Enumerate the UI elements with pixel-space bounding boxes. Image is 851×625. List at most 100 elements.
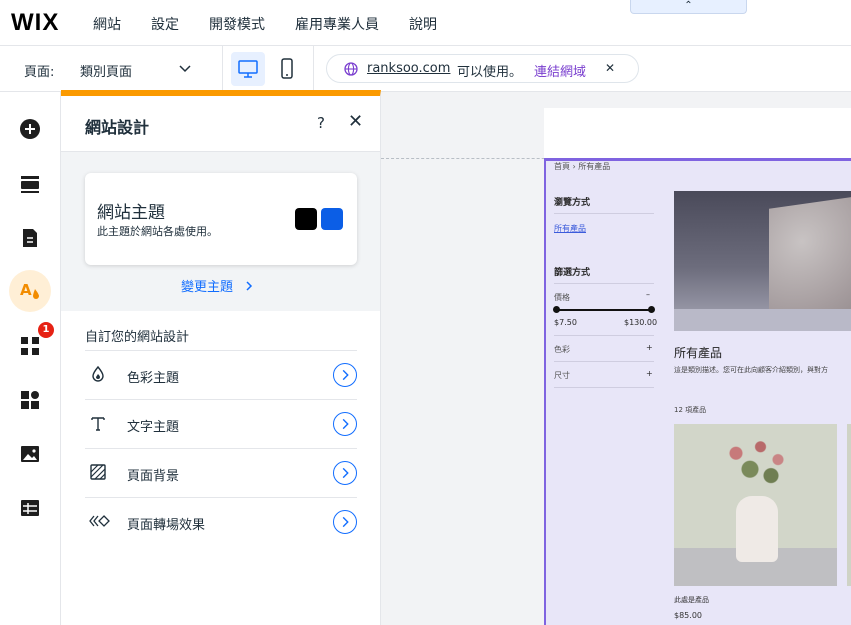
theme-section: 網站主題 此主題於網站各處使用。 變更主題 [61, 151, 380, 311]
menu-settings[interactable]: 設定 [151, 14, 179, 34]
rail-sections-button[interactable] [9, 163, 51, 205]
chevron-right-circle-icon [333, 461, 357, 485]
browse-by-heading: 瀏覽方式 [554, 198, 591, 208]
option-label: 頁面轉場效果 [127, 518, 206, 533]
price-filter-label: 價格 [554, 293, 570, 302]
page-selector[interactable]: 類別頁面 [74, 52, 212, 86]
editor-canvas[interactable]: 首頁 › 所有產品 瀏覽方式 所有產品 篩選方式 價格 – $7.50 $130… [381, 92, 851, 625]
category-page-section[interactable]: 首頁 › 所有產品 瀏覽方式 所有產品 篩選方式 價格 – $7.50 $130… [544, 158, 851, 625]
product-name[interactable]: 此處是產品 [674, 595, 709, 605]
all-products-link[interactable]: 所有產品 [554, 223, 586, 234]
breadcrumb[interactable]: 首頁 › 所有產品 [554, 161, 610, 172]
customize-title: 自訂您的網站設計 [85, 330, 190, 345]
media-icon [21, 446, 39, 462]
connect-domain-link[interactable]: 連結網域 [534, 61, 586, 80]
rail-media-button[interactable] [9, 433, 51, 475]
option-text-theme[interactable]: 文字主題 [85, 399, 357, 448]
droplet-icon [92, 365, 104, 382]
divider [554, 387, 654, 388]
option-label: 色彩主題 [127, 371, 180, 386]
panel-title: 網站設計 [85, 118, 150, 137]
rail-add-button[interactable] [9, 108, 51, 150]
menu-hire-professional[interactable]: 雇用專業人員 [295, 14, 379, 34]
page-toolbar: 頁面: 類別頁面 ranksoo.com 可以使用。 連結網域 ✕ [0, 46, 851, 92]
rail-design-button[interactable]: A [9, 270, 51, 312]
slider-handle-min[interactable] [553, 306, 560, 313]
site-theme-card[interactable]: 網站主題 此主題於網站各處使用。 [85, 173, 357, 265]
flowers-shape [722, 434, 792, 498]
price-slider[interactable] [556, 309, 652, 311]
sections-icon [21, 176, 39, 193]
page-select-value: 類別頁面 [80, 65, 133, 80]
slider-handle-max[interactable] [648, 306, 655, 313]
menu-site[interactable]: 網站 [93, 14, 121, 34]
chevron-right-icon [246, 281, 253, 291]
site-design-panel: 網站設計 ? ✕ 網站主題 此主題於網站各處使用。 變更主題 自訂您的網站設計 … [61, 90, 381, 625]
expand-icon[interactable]: + [646, 369, 653, 378]
cms-icon [21, 500, 39, 516]
next-product-image[interactable] [847, 424, 851, 586]
globe-icon [344, 62, 358, 76]
color-filter-label: 色彩 [554, 345, 570, 354]
option-label: 文字主題 [127, 420, 180, 435]
change-theme-link[interactable]: 變更主題 [181, 276, 253, 295]
rail-apps-button[interactable]: 1 [9, 322, 54, 367]
site-page[interactable]: 首頁 › 所有產品 瀏覽方式 所有產品 篩選方式 價格 – $7.50 $130… [544, 108, 851, 625]
desktop-icon [238, 60, 258, 78]
apps-icon [21, 337, 39, 355]
price-max: $130.00 [624, 318, 658, 327]
transition-icon [89, 515, 110, 527]
rail-pages-button[interactable] [9, 217, 51, 259]
pages-icon [23, 229, 37, 247]
option-page-transition[interactable]: 頁面轉場效果 [85, 497, 357, 546]
filter-by-heading: 篩選方式 [554, 268, 591, 278]
option-label: 頁面背景 [127, 469, 180, 484]
floor-shape [674, 309, 851, 331]
divider [222, 46, 223, 92]
svg-text:A: A [20, 281, 32, 299]
collapse-icon[interactable]: – [646, 290, 650, 299]
menu-dev-mode[interactable]: 開發模式 [209, 14, 265, 34]
domain-status: 可以使用。 [457, 65, 523, 80]
expand-icon[interactable]: + [646, 343, 653, 352]
divider [554, 361, 654, 362]
breadcrumb-current: 所有產品 [578, 162, 611, 171]
rail-cms-button[interactable] [9, 487, 51, 529]
item-count: 12 項產品 [674, 406, 707, 414]
product-image[interactable] [674, 424, 837, 586]
chevron-up-icon: ⌃ [684, 0, 693, 11]
domain-suggestion: ranksoo.com 可以使用。 連結網域 ✕ [326, 54, 639, 83]
category-description: 這是類別描述。您可在此向顧客介紹類別，與對方 [674, 366, 828, 374]
color-swatch-blue [321, 208, 343, 230]
chevron-down-icon [179, 65, 191, 73]
close-icon[interactable]: ✕ [348, 111, 363, 132]
help-icon[interactable]: ? [317, 114, 325, 132]
divider [313, 46, 314, 92]
theme-description: 此主題於網站各處使用。 [97, 225, 218, 238]
top-bar: WIX 網站 設定 開發模式 雇用專業人員 說明 ⌃ [0, 0, 851, 46]
breadcrumb-home[interactable]: 首頁 [554, 162, 570, 171]
option-color-theme[interactable]: 色彩主題 [85, 350, 357, 399]
page-label: 頁面: [24, 65, 55, 80]
rail-business-button[interactable] [9, 379, 51, 421]
design-icon: A [20, 281, 39, 299]
theme-title: 網站主題 [97, 203, 165, 223]
category-hero-image[interactable] [674, 191, 851, 331]
size-filter-label: 尺寸 [554, 371, 570, 380]
text-icon [91, 417, 105, 431]
divider [554, 213, 654, 214]
chevron-right-circle-icon [333, 412, 357, 436]
desktop-view-button[interactable] [231, 52, 265, 86]
product-price: $85.00 [674, 611, 702, 620]
mobile-view-button[interactable] [270, 52, 304, 86]
collapse-toolbar-button[interactable]: ⌃ [630, 0, 747, 14]
business-icon [21, 391, 39, 409]
domain-name[interactable]: ranksoo.com [367, 61, 450, 76]
price-min: $7.50 [554, 318, 577, 327]
close-icon[interactable]: ✕ [605, 61, 615, 75]
menu-help[interactable]: 說明 [409, 14, 437, 34]
divider [554, 283, 654, 284]
option-page-background[interactable]: 頁面背景 [85, 448, 357, 497]
wix-logo[interactable]: WIX [11, 9, 59, 37]
chevron-right-circle-icon [333, 510, 357, 534]
